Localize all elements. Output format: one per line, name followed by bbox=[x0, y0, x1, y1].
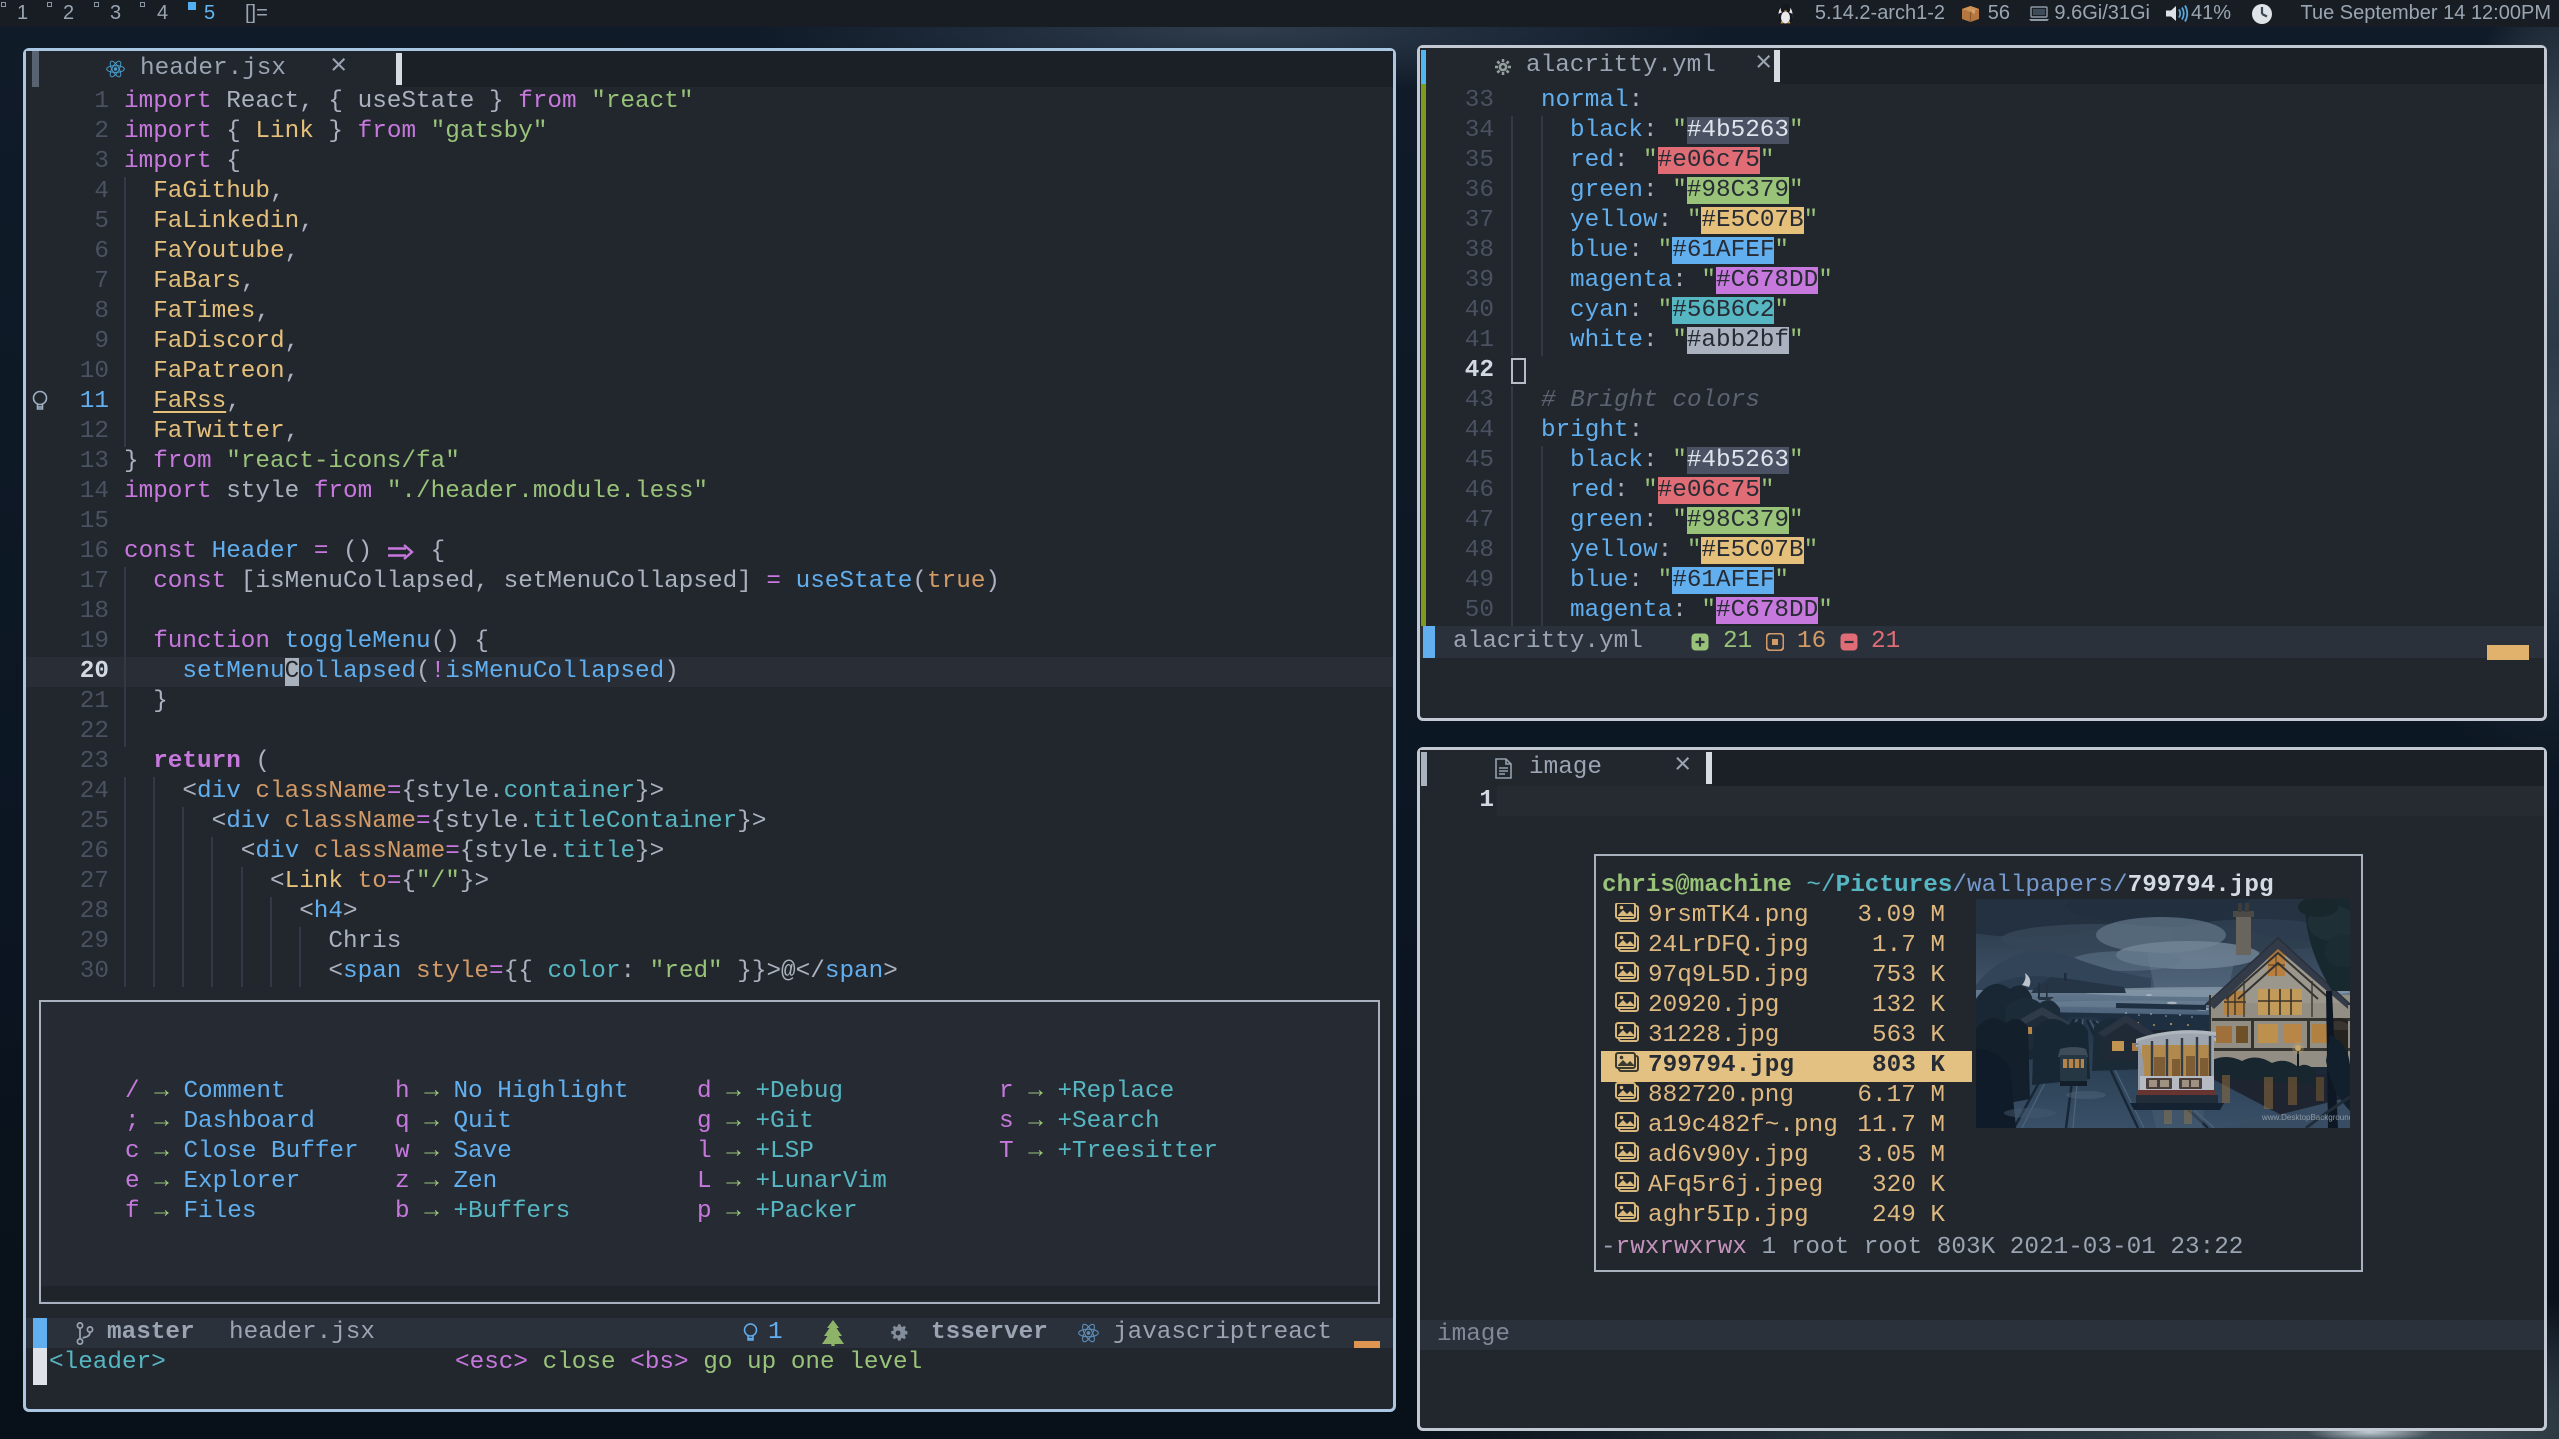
svg-text:www.DesktopBackground.org: www.DesktopBackground.org bbox=[2261, 1113, 2350, 1122]
